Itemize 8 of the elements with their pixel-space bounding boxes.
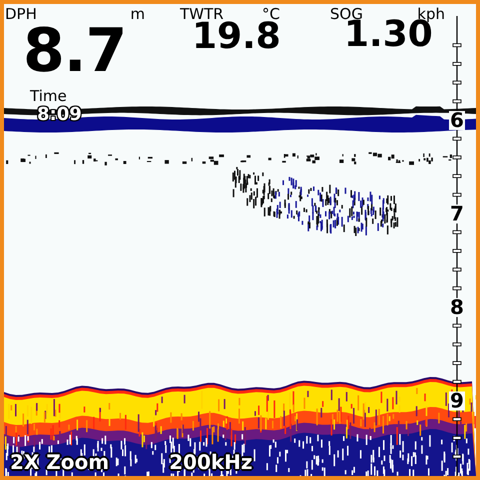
depth-label: 9 (449, 388, 465, 412)
readout-unit: m (130, 5, 145, 23)
readout-value: 8.7 (23, 21, 128, 81)
depth-label: 6 (449, 108, 465, 132)
time-label: Time (30, 88, 68, 105)
readout-label: DPH (5, 5, 37, 23)
depth-label: 8 (449, 295, 465, 319)
depth-label: 7 (449, 202, 465, 226)
